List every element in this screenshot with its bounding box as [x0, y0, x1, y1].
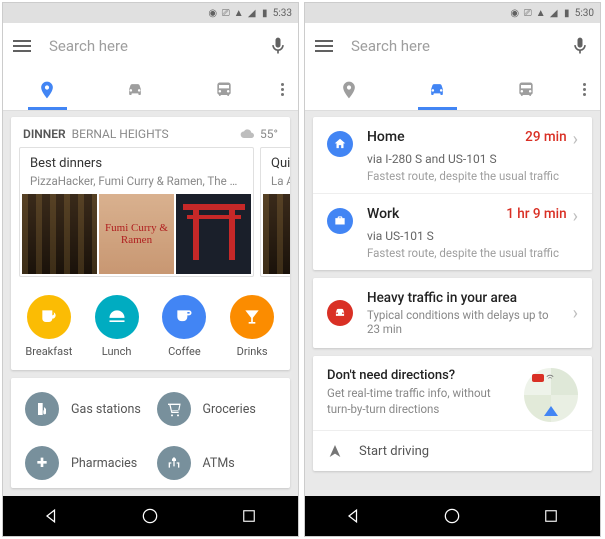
tab-bar [3, 69, 298, 111]
traffic-title: Heavy traffic in your area [367, 290, 559, 306]
location-icon: ◉ [208, 8, 218, 18]
mic-icon[interactable] [570, 36, 590, 56]
traffic-icon [327, 300, 353, 326]
nodi-sub: Get real-time traffic info, without turn… [327, 386, 514, 417]
chevron-right-icon: › [573, 206, 578, 227]
nav-back[interactable] [343, 505, 365, 527]
android-nav [3, 496, 298, 536]
restaurant-image [263, 194, 290, 274]
wifi-icon: ▲ [234, 8, 244, 18]
dest-via: via I-280 S and US-101 S [367, 152, 578, 166]
wifi-icon: ▲ [536, 8, 546, 18]
weather-icon [240, 128, 256, 140]
quick-card[interactable]: Quick La Alt [260, 147, 290, 277]
tab-driving[interactable] [91, 69, 179, 110]
tab-transit[interactable] [180, 69, 268, 110]
tab-driving[interactable] [393, 69, 481, 110]
dest-via: via US-101 S [367, 229, 578, 243]
traffic-card[interactable]: Heavy traffic in your area Typical condi… [313, 278, 592, 348]
search-bar[interactable]: Search here [3, 23, 298, 69]
services-card: Gas stations Groceries Pharmacies ATMs [11, 378, 290, 488]
restaurant-image [22, 194, 97, 274]
dinner-location: BERNAL HEIGHTS [72, 127, 240, 141]
tab-explore[interactable] [3, 69, 91, 110]
signal-icon: ◢ [549, 8, 559, 18]
dest-note: Fastest route, despite the usual traffic [367, 246, 578, 260]
cast-icon: ⎚ [221, 8, 231, 18]
card-subtitle: La Alt [271, 174, 290, 188]
nav-home[interactable] [139, 505, 161, 527]
phone-driving: ◉ ⎚ ▲ ◢ ▮ 5:30 Search here Home 29 min › [304, 2, 601, 537]
overflow-menu[interactable] [570, 83, 600, 96]
mic-icon[interactable] [268, 36, 288, 56]
destination-work[interactable]: Work 1 hr 9 min › via US-101 S Fastest r… [313, 194, 592, 270]
card-title: Quick [271, 156, 290, 171]
dinner-header: DINNER BERNAL HEIGHTS 55° [11, 117, 290, 147]
category-lunch[interactable]: Lunch [83, 295, 151, 358]
nav-home[interactable] [441, 505, 463, 527]
dinner-card: DINNER BERNAL HEIGHTS 55° Best dinners P… [11, 117, 290, 370]
cast-icon: ⎚ [523, 8, 533, 18]
tab-transit[interactable] [482, 69, 570, 110]
category-coffee[interactable]: Coffee [151, 295, 219, 358]
search-placeholder[interactable]: Search here [49, 37, 268, 55]
menu-icon[interactable] [13, 40, 31, 52]
ramen-image: Fumi Curry & Ramen [99, 194, 174, 274]
navigation-icon [327, 443, 343, 459]
home-icon [327, 131, 353, 157]
chevron-right-icon: › [573, 303, 578, 324]
menu-icon[interactable] [315, 40, 333, 52]
tab-explore[interactable] [305, 69, 393, 110]
temperature: 55° [260, 127, 278, 141]
search-placeholder[interactable]: Search here [351, 37, 570, 55]
phone-explore: ◉ ⎚ ▲ ◢ ▮ 5:33 Search here DINNER BERNAL… [2, 2, 299, 537]
location-icon: ◉ [510, 8, 520, 18]
service-gas[interactable]: Gas stations [19, 384, 151, 434]
dest-time: 1 hr 9 min [506, 206, 566, 222]
dest-time: 29 min [525, 129, 566, 145]
work-icon [327, 208, 353, 234]
best-dinners-card[interactable]: Best dinners PizzaHacker, Fumi Curry & R… [19, 147, 254, 277]
dinner-category: DINNER [23, 127, 66, 141]
tab-bar [305, 69, 600, 111]
traffic-sub: Typical conditions with delays up to 23 … [367, 308, 559, 336]
nodi-title: Don't need directions? [327, 368, 514, 383]
search-bar[interactable]: Search here [305, 23, 600, 69]
destinations-card: Home 29 min › via I-280 S and US-101 S F… [313, 117, 592, 270]
dest-name: Work [367, 206, 506, 222]
service-groceries[interactable]: Groceries [151, 384, 283, 434]
driving-content: Home 29 min › via I-280 S and US-101 S F… [305, 111, 600, 496]
dest-note: Fastest route, despite the usual traffic [367, 169, 578, 183]
card-subtitle: PizzaHacker, Fumi Curry & Ramen, The Fro… [30, 174, 243, 188]
explore-content: DINNER BERNAL HEIGHTS 55° Best dinners P… [3, 111, 298, 496]
nav-back[interactable] [41, 505, 63, 527]
category-drinks[interactable]: Drinks [218, 295, 286, 358]
chevron-right-icon: › [573, 129, 578, 150]
status-bar: ◉ ⎚ ▲ ◢ ▮ 5:30 [305, 3, 600, 23]
category-breakfast[interactable]: Breakfast [15, 295, 83, 358]
nav-recent[interactable] [238, 505, 260, 527]
start-driving-button[interactable]: Start driving [313, 430, 592, 471]
clock: 5:30 [575, 8, 594, 19]
nav-recent[interactable] [540, 505, 562, 527]
card-title: Best dinners [30, 156, 243, 171]
status-bar: ◉ ⎚ ▲ ◢ ▮ 5:33 [3, 3, 298, 23]
destination-home[interactable]: Home 29 min › via I-280 S and US-101 S F… [313, 117, 592, 194]
dest-name: Home [367, 129, 525, 145]
android-nav [305, 496, 600, 536]
battery-icon: ▮ [562, 8, 572, 18]
no-directions-card: Don't need directions? Get real-time tra… [313, 356, 592, 471]
battery-icon: ▮ [260, 8, 270, 18]
signal-icon: ◢ [247, 8, 257, 18]
service-atms[interactable]: ATMs [151, 438, 283, 488]
clock: 5:33 [273, 8, 292, 19]
overflow-menu[interactable] [268, 83, 298, 96]
nodi-graphic [524, 368, 578, 422]
gate-image [176, 194, 251, 274]
service-pharmacies[interactable]: Pharmacies [19, 438, 151, 488]
